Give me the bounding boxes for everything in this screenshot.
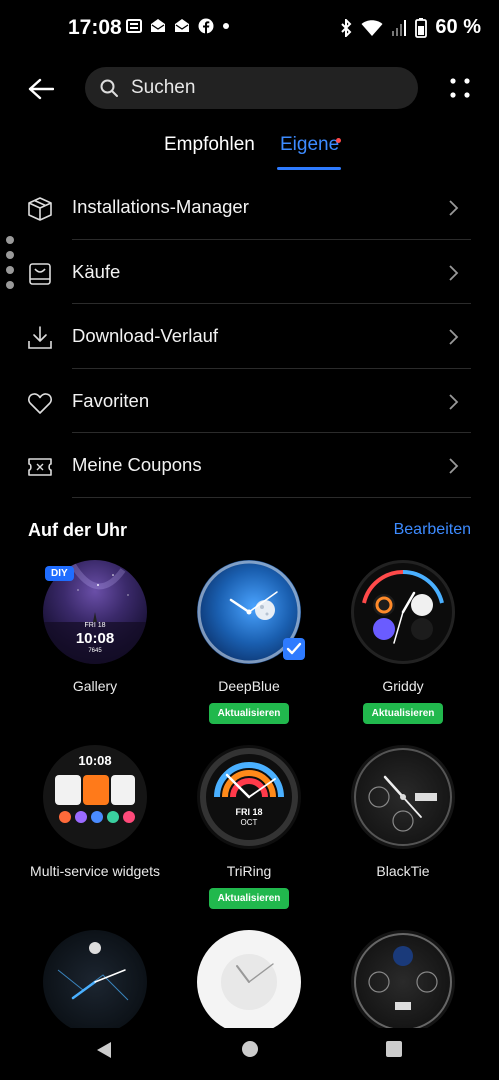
active-tab-indicator	[277, 167, 341, 170]
watchface-name: TriRing	[226, 863, 272, 879]
heart-icon	[28, 392, 52, 414]
arrow-left-icon	[28, 78, 54, 100]
griddy-graphic	[362, 570, 444, 644]
bluetooth-icon	[341, 18, 352, 37]
watchface-preview: FRI 18 OCT	[197, 745, 301, 849]
face-time: 10:08	[75, 630, 115, 647]
face-date: FRI 18	[84, 622, 106, 629]
news-icon	[126, 19, 142, 33]
watchface-card-multi-service[interactable]: 10:08 Multi-service widgets	[20, 745, 170, 879]
blacktie-graphic	[354, 748, 452, 846]
status-bar: 17:08 60 %	[0, 0, 499, 56]
tab-recommended[interactable]: Empfohlen	[164, 134, 255, 156]
chevron-right-icon	[449, 200, 459, 216]
update-button[interactable]: Aktualisieren	[208, 888, 290, 909]
mail-icon	[175, 19, 189, 32]
watchface-card-griddy[interactable]: Griddy Aktualisieren	[328, 560, 478, 724]
face-steps: 7645	[88, 648, 102, 654]
watchface-preview	[351, 745, 455, 849]
battery-percent: 60 %	[435, 16, 481, 38]
nav-recents-icon[interactable]	[385, 1040, 403, 1058]
more-options-button[interactable]	[442, 70, 478, 106]
watchface-preview	[197, 930, 301, 1034]
watchface-name: Griddy	[382, 678, 424, 694]
search-input[interactable]: Suchen	[85, 67, 418, 109]
system-icons: 60 %	[339, 16, 481, 39]
menu-item-download-history[interactable]: Download-Verlauf	[0, 304, 499, 369]
update-button[interactable]: Aktualisieren	[208, 703, 290, 724]
tab-own[interactable]: Eigene	[280, 134, 339, 156]
divider	[72, 496, 471, 498]
status-time: 17:08	[68, 16, 122, 39]
dots-grid-icon	[450, 78, 470, 98]
wifi-icon	[361, 19, 383, 36]
face-date: FRI 18	[235, 807, 263, 817]
search-placeholder: Suchen	[131, 77, 196, 98]
edit-button[interactable]: Bearbeiten	[394, 521, 471, 539]
watchface-name: Multi-service widgets	[30, 863, 160, 879]
menu-list: Installations-Manager Käufe Download-Ver…	[0, 175, 499, 498]
watchface-card-triring[interactable]: FRI 18 OCT TriRing Aktualisieren	[174, 745, 324, 909]
bag-icon	[29, 262, 51, 285]
section-title: Auf der Uhr	[28, 520, 127, 540]
facebook-icon	[198, 18, 214, 34]
menu-item-label: Käufe	[72, 260, 121, 282]
minimal-white-graphic	[221, 954, 277, 1010]
mail-icon	[151, 19, 165, 32]
watchface-card-blacktie[interactable]: BlackTie	[328, 745, 478, 879]
tab-bar: Empfohlen Eigene	[0, 134, 499, 174]
face-month: OCT	[240, 818, 258, 827]
watchface-preview: 10:08	[43, 745, 147, 849]
menu-item-label: Favoriten	[72, 389, 150, 411]
chevron-right-icon	[449, 329, 459, 345]
starmap-graphic	[57, 942, 129, 1001]
watchface-name: BlackTie	[376, 863, 430, 879]
triring-graphic	[200, 748, 298, 846]
nav-back-icon[interactable]	[95, 1040, 113, 1060]
watchface-card-7[interactable]	[20, 930, 170, 1034]
chevron-right-icon	[449, 264, 459, 281]
face-time: 10:08	[78, 753, 112, 768]
search-icon	[100, 79, 118, 97]
signal-icon	[392, 19, 407, 36]
battery-icon	[415, 17, 428, 38]
menu-item-purchases[interactable]: Käufe	[0, 240, 499, 304]
watchface-preview	[43, 930, 147, 1034]
selected-check-icon	[283, 638, 305, 660]
notification-dot	[336, 138, 341, 143]
menu-item-coupons[interactable]: Meine Coupons	[0, 433, 499, 498]
watchface-card-gallery[interactable]: FRI 18 10:08 7645 Gallery	[20, 560, 170, 694]
chrono-graphic	[354, 933, 452, 1031]
diy-badge: DIY	[45, 566, 74, 581]
watchface-preview	[351, 560, 455, 664]
watchface-preview	[351, 930, 455, 1034]
notification-icons	[126, 18, 230, 34]
chevron-right-icon	[449, 458, 459, 474]
menu-item-label: Meine Coupons	[72, 454, 202, 475]
dot-icon	[223, 23, 229, 29]
menu-item-favorites[interactable]: Favoriten	[0, 369, 499, 433]
menu-item-installation-manager[interactable]: Installations-Manager	[0, 175, 499, 240]
chevron-right-icon	[449, 393, 459, 410]
coupon-icon	[28, 458, 52, 476]
nav-home-icon[interactable]	[241, 1040, 259, 1058]
package-icon	[28, 197, 52, 221]
back-button[interactable]	[22, 70, 60, 108]
menu-item-label: Installations-Manager	[72, 196, 249, 217]
watchface-name: DeepBlue	[218, 678, 280, 694]
watchface-card-8[interactable]	[174, 930, 324, 1034]
system-navigation-bar	[0, 1028, 499, 1080]
watchface-name: Gallery	[72, 678, 118, 694]
watchface-card-9[interactable]	[328, 930, 478, 1034]
download-icon	[28, 326, 52, 349]
update-button[interactable]: Aktualisieren	[362, 703, 444, 724]
menu-item-label: Download-Verlauf	[72, 325, 219, 346]
